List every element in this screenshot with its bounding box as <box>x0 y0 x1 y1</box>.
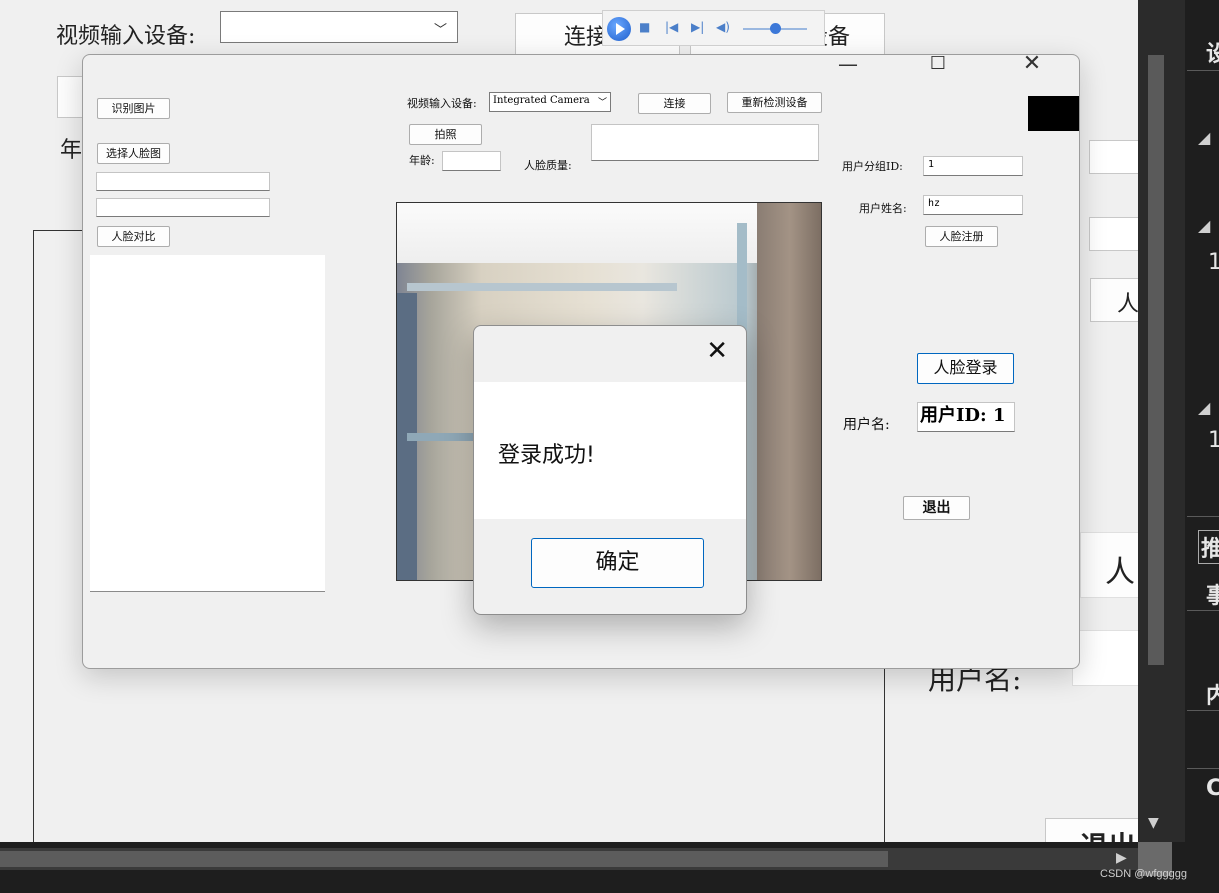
previous-icon[interactable]: |◀ <box>665 20 678 34</box>
bg-panel-border <box>884 669 885 842</box>
user-name-field[interactable]: hz <box>923 195 1023 215</box>
media-player-toolbar: ■ |◀ ▶| ◀) <box>602 10 825 46</box>
panel-divider <box>1187 70 1219 71</box>
bg-video-device-combo[interactable]: ﹀ <box>220 11 458 43</box>
photo-button[interactable]: 拍照 <box>409 124 482 145</box>
username-label: 用户名: <box>843 417 890 433</box>
bg-login-label: 人 <box>1105 555 1135 590</box>
panel-divider <box>1187 516 1219 517</box>
connect-button[interactable]: 连接 <box>638 93 711 114</box>
bg-register-label: 人 <box>1117 292 1138 317</box>
maximize-icon[interactable]: ☐ <box>915 55 961 85</box>
face-quality-field[interactable] <box>591 124 819 161</box>
panel-divider <box>1187 768 1219 769</box>
dialog-body: 登录成功! <box>474 382 746 519</box>
panel-divider <box>1187 710 1219 711</box>
age-label: 年龄: <box>409 154 435 167</box>
watermark: CSDN @wfggggg <box>1100 868 1187 880</box>
group-id-field[interactable]: 1 <box>923 156 1023 176</box>
compare-faces-button[interactable]: 人脸对比 <box>97 226 170 247</box>
scroll-down-icon[interactable]: ▼ <box>1148 815 1159 831</box>
video-device-combo[interactable]: Integrated Camera ﹀ <box>489 92 611 112</box>
bg-age-label: 年 <box>60 138 83 163</box>
expand-triangle-icon[interactable]: ◢ <box>1198 128 1210 147</box>
panel-tab[interactable]: 推 <box>1198 530 1219 564</box>
volume-icon[interactable]: ◀) <box>716 20 730 34</box>
face-image-path-2[interactable] <box>96 198 270 217</box>
age-field[interactable] <box>442 151 501 171</box>
user-id-display: 用户ID: 1 <box>917 402 1015 432</box>
camera-shelf <box>407 283 677 291</box>
expand-triangle-icon[interactable]: ◢ <box>1198 216 1210 235</box>
bg-exit-label: 退出 <box>1080 830 1136 842</box>
minimize-icon[interactable]: — <box>825 55 871 85</box>
video-device-label: 视频输入设备: <box>407 97 477 110</box>
dialog-message: 登录成功! <box>498 443 595 468</box>
bg-exit-button[interactable]: 退出 <box>1045 818 1138 842</box>
redetect-devices-button[interactable]: 重新检测设备 <box>727 92 822 113</box>
bg-group-id-field[interactable] <box>1089 140 1138 174</box>
next-icon[interactable]: ▶| <box>691 20 704 34</box>
panel-item[interactable]: C <box>1206 776 1219 801</box>
bg-user-id-field <box>1072 630 1138 686</box>
volume-slider-handle[interactable] <box>770 23 781 34</box>
bg-listbox-border <box>33 230 34 842</box>
result-listbox[interactable] <box>90 255 325 592</box>
stop-icon[interactable]: ■ <box>639 20 650 34</box>
hscroll-thumb[interactable] <box>0 851 888 867</box>
panel-item[interactable]: 设 <box>1206 36 1219 68</box>
chevron-down-icon: ﹀ <box>597 98 607 108</box>
face-login-button[interactable]: 人脸登录 <box>917 353 1014 384</box>
scrollbar-thumb[interactable] <box>1148 55 1164 665</box>
panel-item[interactable]: 1 <box>1208 250 1219 275</box>
scroll-right-icon[interactable]: ▶ <box>1116 850 1127 866</box>
chevron-down-icon: ﹀ <box>433 23 447 38</box>
message-dialog: ✕ 登录成功! 确定 <box>473 325 747 615</box>
ok-button[interactable]: 确定 <box>531 538 704 588</box>
video-device-value: Integrated Camera <box>493 95 590 106</box>
play-icon[interactable] <box>607 17 631 41</box>
panel-item[interactable]: 事 <box>1206 578 1219 610</box>
user-name-label: 用户姓名: <box>859 202 907 215</box>
exit-button[interactable]: 退出 <box>903 496 970 520</box>
bg-register-button[interactable]: 人 <box>1090 278 1138 322</box>
expand-triangle-icon[interactable]: ◢ <box>1198 398 1210 417</box>
panel-item[interactable]: 内 <box>1206 678 1219 710</box>
horizontal-scrollbar[interactable]: ▶ <box>0 842 1172 876</box>
black-panel <box>1028 96 1079 131</box>
camera-wall <box>757 203 821 580</box>
bg-listbox-top <box>33 230 83 231</box>
recognize-image-button[interactable]: 识别图片 <box>97 98 170 119</box>
bg-video-device-label: 视频输入设备: <box>56 24 196 49</box>
close-icon[interactable]: ✕ <box>706 338 728 364</box>
bg-user-name-field[interactable] <box>1089 217 1138 251</box>
close-icon[interactable]: ✕ <box>1009 55 1055 85</box>
panel-divider <box>1187 610 1219 611</box>
panel-item[interactable]: 1 <box>1208 428 1219 453</box>
face-quality-label: 人脸质量: <box>524 159 572 172</box>
face-image-path-1[interactable] <box>96 172 270 191</box>
group-id-label: 用户分组ID: <box>842 160 903 173</box>
select-face-image-button[interactable]: 选择人脸图 <box>97 143 170 164</box>
face-register-button[interactable]: 人脸注册 <box>925 226 998 247</box>
bg-login-button[interactable]: 人 <box>1080 532 1138 598</box>
